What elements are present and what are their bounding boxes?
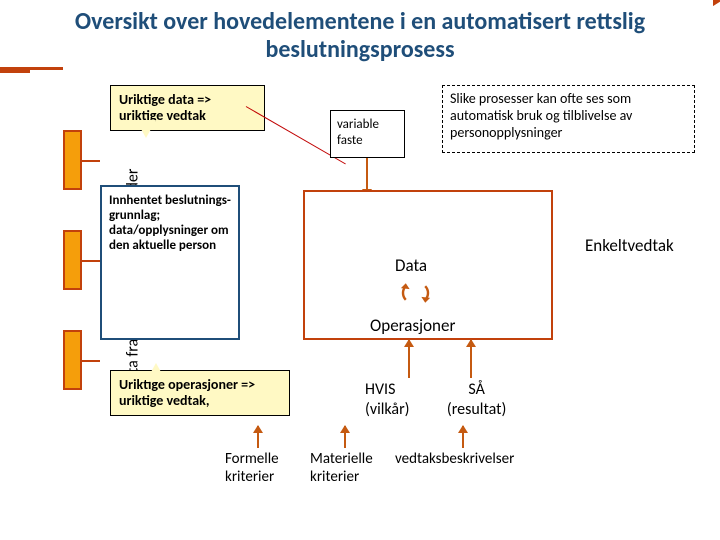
- source-block-2: [63, 230, 82, 290]
- arrow-formelle-up: [257, 426, 259, 448]
- arrow-hvis-up: [408, 340, 410, 378]
- source-block-1: [63, 130, 82, 190]
- arrow-saa-up: [470, 340, 472, 378]
- saa-label: SÅ: [468, 380, 485, 399]
- page-title: Oversikt over hovedelementene i en autom…: [0, 0, 720, 67]
- operations-label: Operasjoner: [370, 315, 455, 336]
- process-note-box: Slike prosesser kan ofte ses som automat…: [442, 85, 695, 153]
- variable-box: variable faste: [330, 110, 405, 158]
- variable-line2: faste: [337, 133, 398, 149]
- connector-src2: [82, 260, 100, 262]
- connector-src3: [82, 360, 100, 362]
- hvis-label: HVIS: [365, 380, 395, 399]
- source-block-3: [63, 330, 82, 390]
- vedtaks-label: vedtaksbeskrivelser: [395, 450, 514, 468]
- arrow-processing-to-result: [0, 70, 30, 73]
- variable-line1: variable: [337, 117, 398, 133]
- resultat-label: (resultat): [447, 400, 506, 419]
- formelle-label: Formelle kriterier: [225, 450, 297, 486]
- callout-wrong-ops: Uriktige operasjoner => uriktige vedtak,: [110, 370, 290, 416]
- cycle-icon: [398, 278, 433, 308]
- decision-basis-box: Innhentet beslutnings-grunnlag; data/opp…: [100, 185, 240, 340]
- arrow-materielle-up: [344, 426, 346, 448]
- result-label: Enkeltvedtak: [585, 235, 674, 256]
- vilkaar-label: (vilkår): [365, 400, 410, 419]
- connector-src1: [82, 160, 100, 162]
- condition-result-label: HVIS(vilkår) SÅ(resultat): [365, 380, 513, 420]
- data-label: Data: [395, 255, 427, 276]
- materielle-label: Materielle kriterier: [310, 450, 388, 486]
- arrow-vedtaks-up: [462, 426, 464, 448]
- callout-wrong-data: Uriktige data => uriktige vedtak: [110, 85, 265, 131]
